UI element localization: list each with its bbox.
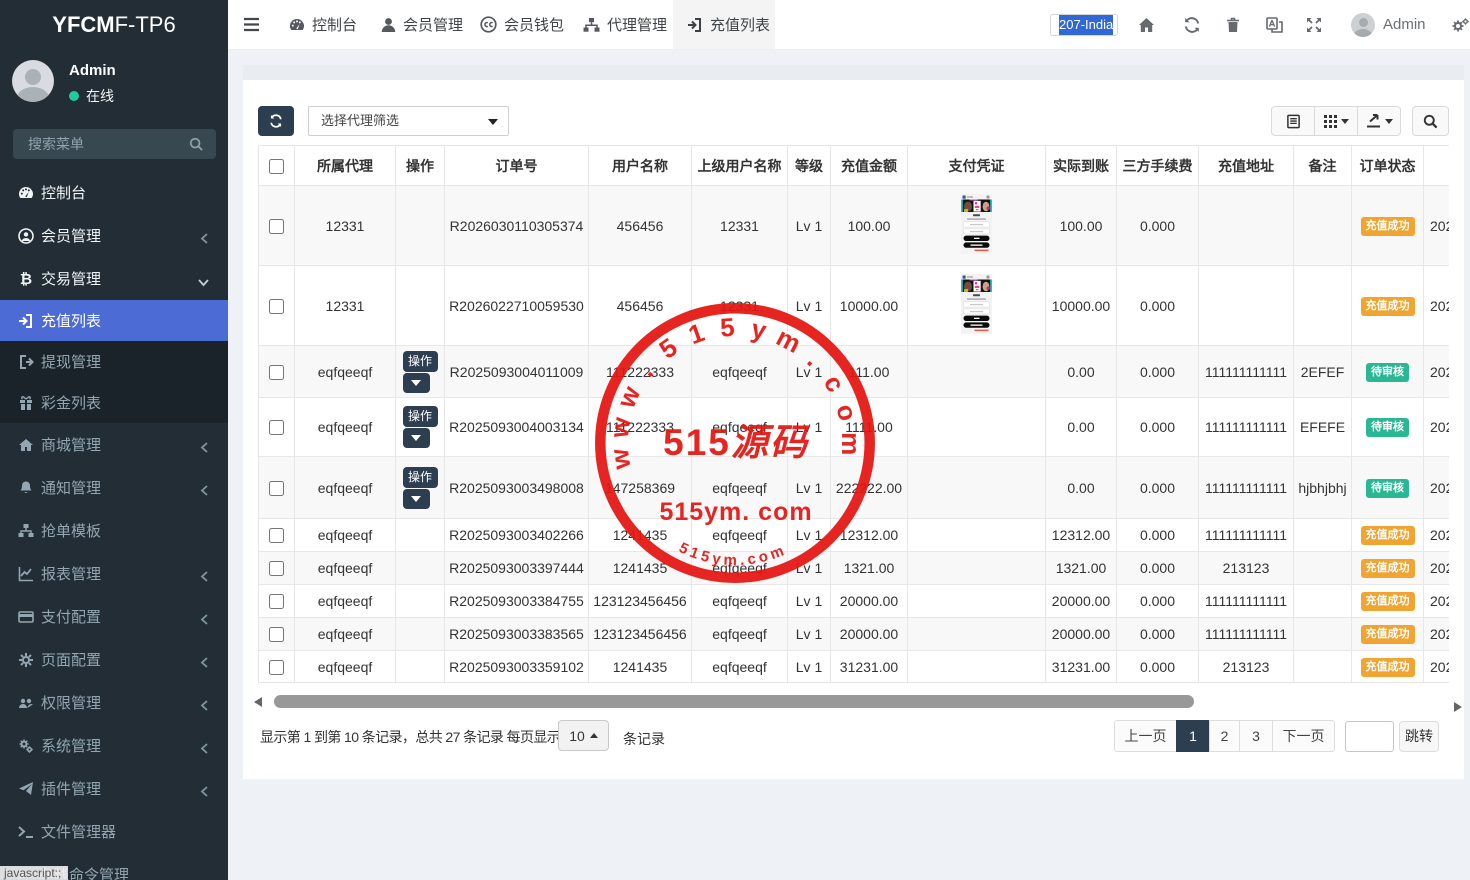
svg-text:₿: ₿ (20, 271, 32, 287)
svg-text:o: o (830, 401, 863, 424)
svg-text:1: 1 (684, 317, 708, 350)
svg-text:w: w (604, 446, 637, 472)
svg-text:515ym. com: 515ym. com (659, 498, 812, 526)
svg-text:5: 5 (654, 332, 683, 365)
svg-text:m: m (836, 432, 866, 455)
svg-text:.: . (631, 358, 659, 383)
svg-text:5: 5 (719, 312, 735, 343)
svg-text:515源码: 515源码 (663, 422, 810, 463)
svg-text:w: w (604, 415, 637, 441)
svg-text:5 1 5 y m . c o m: 5 1 5 y m . c o m (676, 539, 786, 569)
svg-text:c: c (818, 369, 851, 397)
svg-text:y: y (749, 313, 770, 345)
svg-text:.: . (802, 345, 828, 372)
